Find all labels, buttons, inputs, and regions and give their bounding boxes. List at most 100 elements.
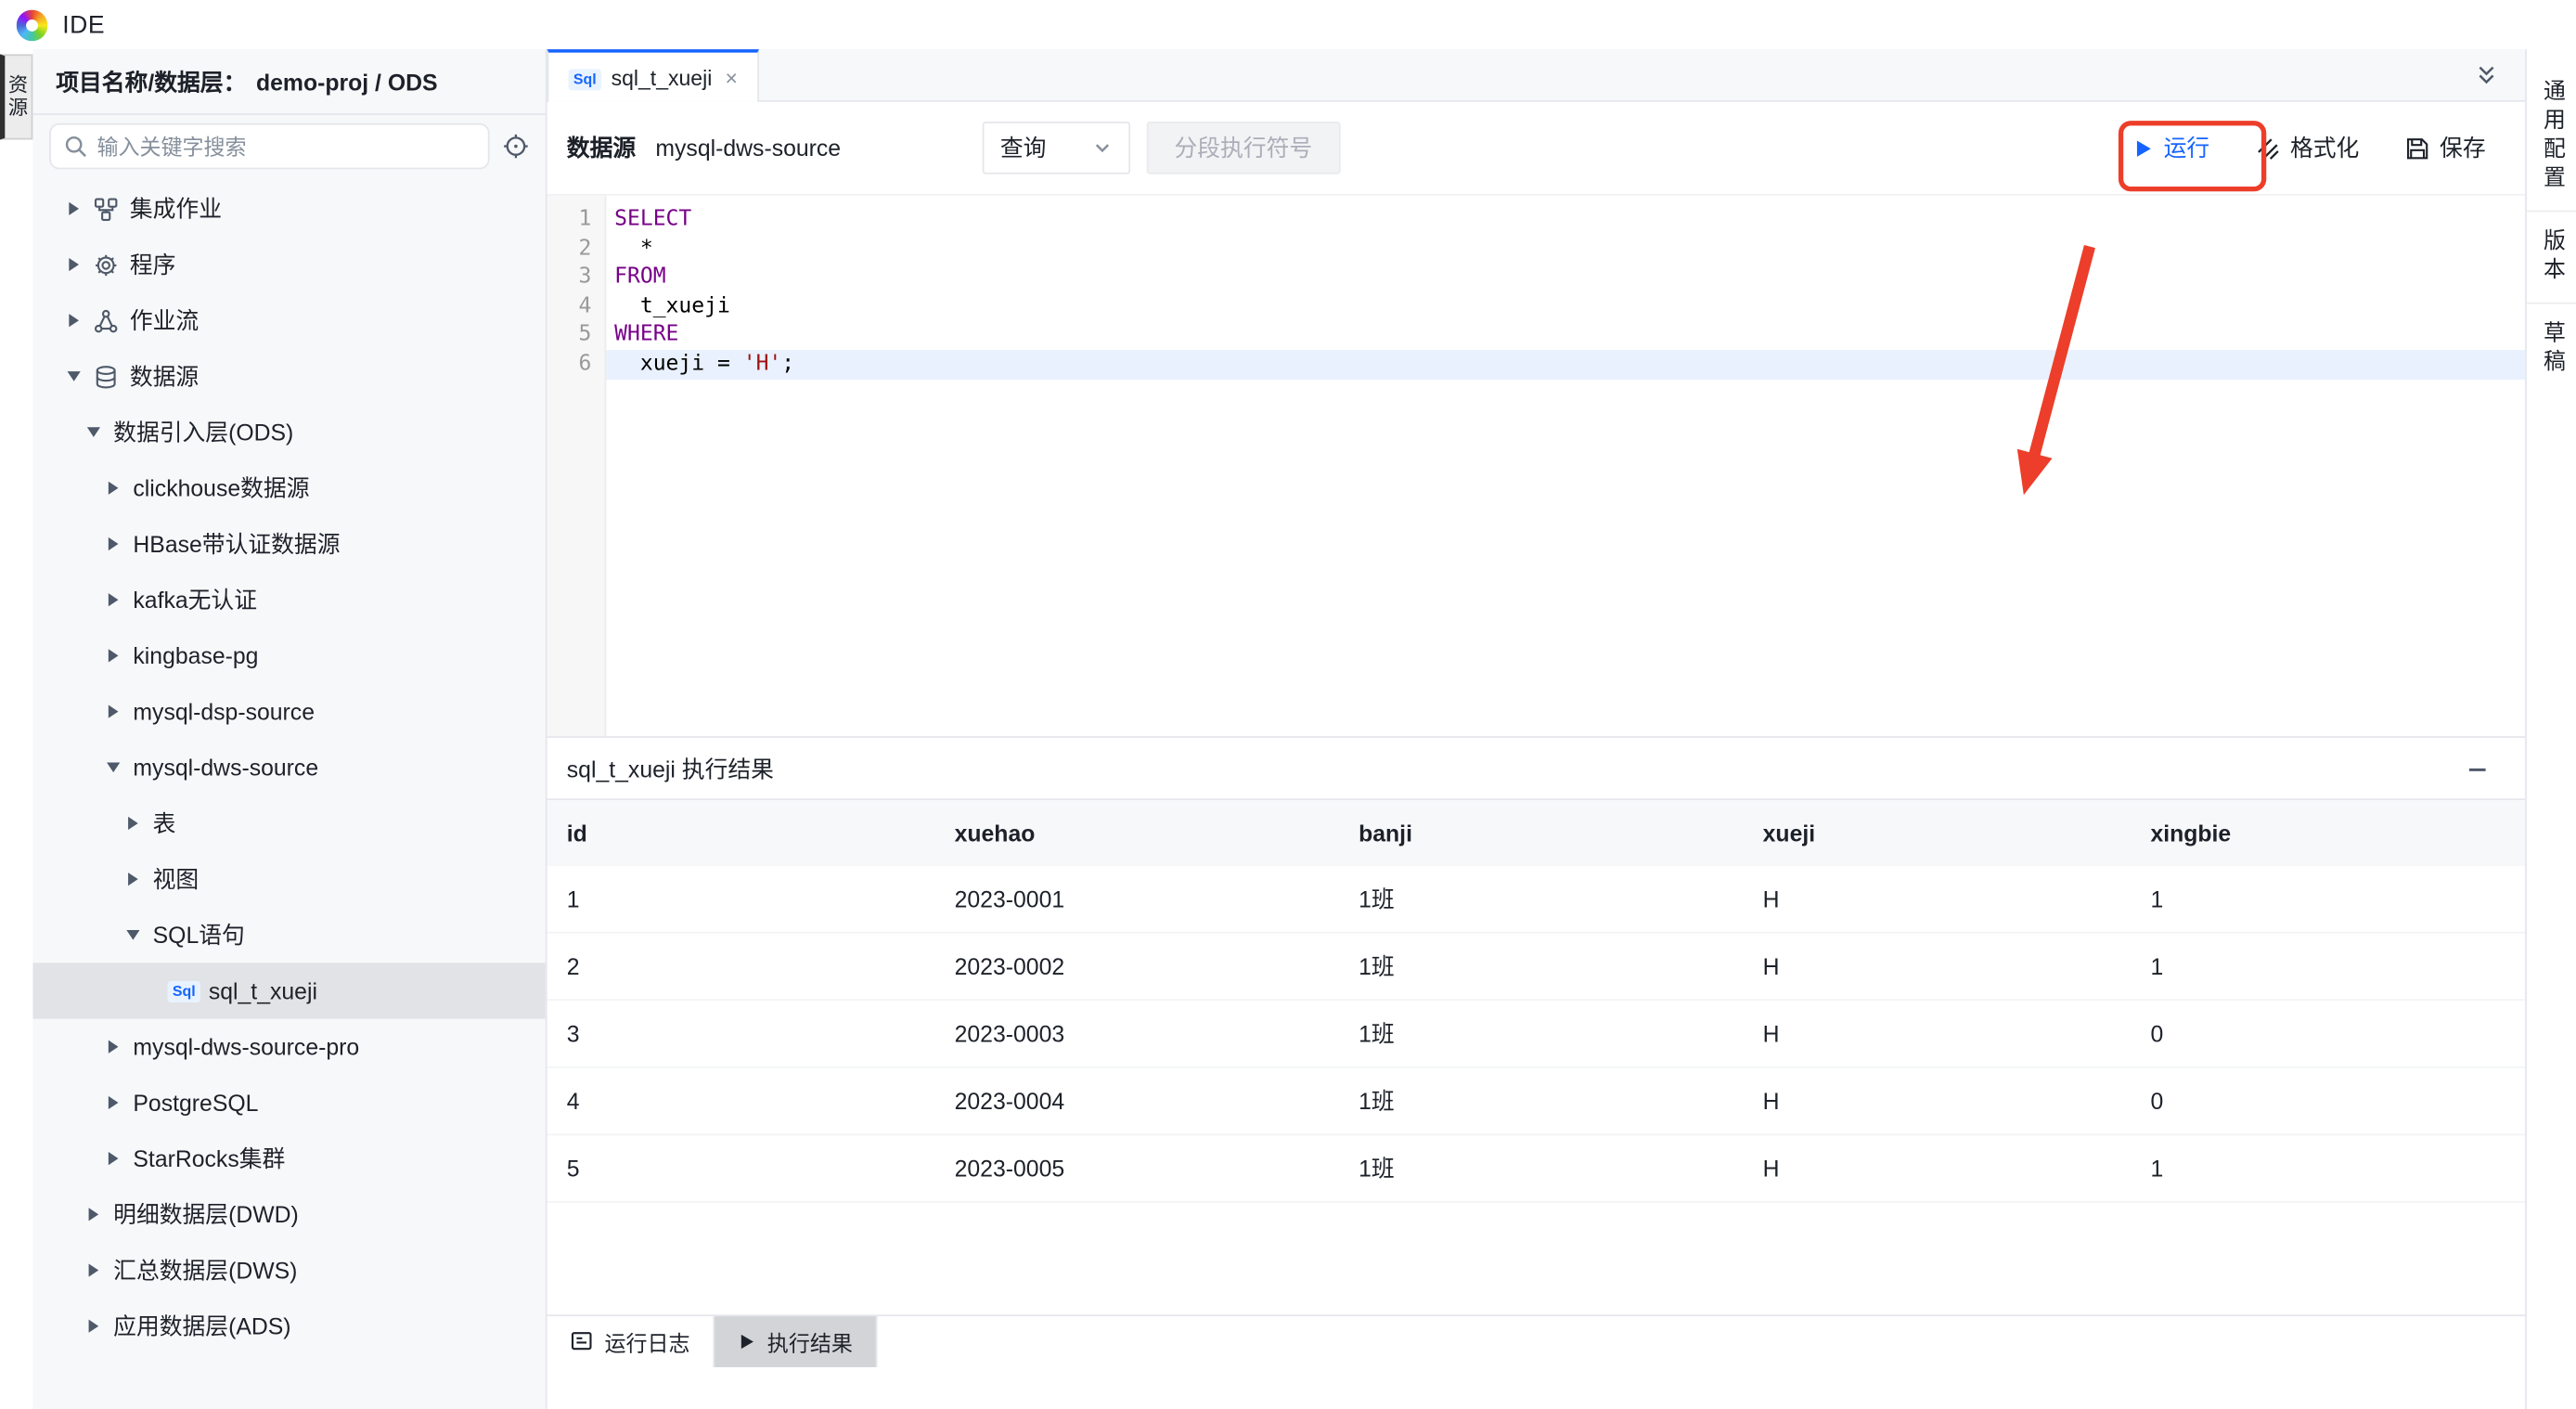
caret-collapsed-icon[interactable] [62, 202, 85, 215]
tree-item[interactable]: Sqlsql_t_xueji [32, 963, 545, 1018]
tree-item-label: clickhouse数据源 [133, 472, 309, 504]
tree-item-label: SQL语句 [153, 919, 245, 951]
code-line[interactable]: SELECT [606, 205, 2525, 234]
caret-expanded-icon[interactable] [102, 762, 125, 772]
table-cell: H [1743, 1088, 2131, 1114]
sidebar-header: 项目名称/数据层： demo-proj / ODS [32, 49, 545, 115]
caret-collapsed-icon[interactable] [102, 649, 125, 662]
caret-collapsed-icon[interactable] [122, 817, 145, 830]
tree-item[interactable]: PostgreSQL [32, 1075, 545, 1131]
search-box[interactable] [49, 123, 489, 170]
table-cell: 1班 [1339, 1152, 1744, 1184]
run-button[interactable]: 运行 [2132, 132, 2209, 164]
caret-collapsed-icon[interactable] [102, 1152, 125, 1165]
caret-collapsed-icon[interactable] [62, 314, 85, 327]
ide-window: IDE 资源 项目名称/数据层： demo-proj / ODS 集成作业程序作… [0, 0, 2576, 1409]
tree-item[interactable]: mysql-dws-source-pro [32, 1019, 545, 1075]
table-cell: H [1743, 1020, 2131, 1046]
caret-collapsed-icon[interactable] [102, 705, 125, 718]
tree-item[interactable]: 数据源 [32, 348, 545, 404]
table-cell: 3 [547, 1020, 935, 1046]
results-filler [547, 1203, 2526, 1314]
tree-item[interactable]: SQL语句 [32, 907, 545, 963]
right-rail-item[interactable]: 草稿 [2527, 303, 2576, 394]
caret-collapsed-icon[interactable] [83, 1320, 106, 1333]
bottom-tab-inactive[interactable]: 运行日志 [547, 1315, 715, 1366]
caret-collapsed-icon[interactable] [62, 258, 85, 271]
caret-collapsed-icon[interactable] [102, 593, 125, 606]
tree-item[interactable]: mysql-dsp-source [32, 683, 545, 739]
tree-item[interactable]: mysql-dws-source [32, 740, 545, 795]
tree-item[interactable]: 数据引入层(ODS) [32, 405, 545, 460]
search-input[interactable] [97, 134, 474, 159]
table-cell: H [1743, 885, 2131, 911]
table-cell: 2023-0002 [934, 953, 1339, 979]
caret-collapsed-icon[interactable] [83, 1208, 106, 1221]
column-header: xueji [1743, 820, 2131, 846]
results-body: 12023-00011班H122023-00021班H132023-00031班… [547, 866, 2526, 1203]
caret-collapsed-icon[interactable] [102, 537, 125, 550]
table-cell: H [1743, 1156, 2131, 1182]
caret-expanded-icon[interactable] [122, 930, 145, 940]
caret-collapsed-icon[interactable] [122, 873, 145, 885]
bottom-tab-active[interactable]: 执行结果 [715, 1315, 877, 1366]
tree-item[interactable]: 作业流 [32, 292, 545, 348]
caret-expanded-icon[interactable] [83, 427, 106, 437]
caret-collapsed-icon[interactable] [102, 482, 125, 495]
table-cell: 2 [547, 953, 935, 979]
format-label: 格式化 [2290, 132, 2359, 164]
tree-item-label: PostgreSQL [133, 1090, 258, 1116]
results-header-row: idxuehaobanjixuejixingbie [547, 800, 2526, 866]
close-icon[interactable]: × [726, 65, 738, 90]
save-icon [2405, 136, 2430, 161]
tree-item[interactable]: kafka无认证 [32, 572, 545, 627]
tree-item[interactable]: kingbase-pg [32, 627, 545, 683]
caret-expanded-icon[interactable] [62, 371, 85, 381]
save-button[interactable]: 保存 [2405, 132, 2486, 164]
table-row: 22023-00021班H1 [547, 934, 2526, 1002]
tree-item-label: 应用数据层(ADS) [113, 1310, 290, 1342]
query-mode-select[interactable]: 查询 [982, 122, 1129, 175]
segment-execute-button[interactable]: 分段执行符号 [1146, 122, 1340, 175]
tree-item-label: 表 [153, 807, 176, 839]
right-rail-item[interactable]: 通用配置 [2527, 62, 2576, 210]
tree-item[interactable]: 表 [32, 795, 545, 851]
tree-item-label: mysql-dsp-source [133, 698, 315, 724]
sql-editor[interactable]: 123456 SELECT *FROM t_xuejiWHERE xueji =… [547, 194, 2526, 736]
code-line[interactable]: * [606, 234, 2525, 263]
tree-item[interactable]: StarRocks集群 [32, 1131, 545, 1186]
caret-collapsed-icon[interactable] [102, 1096, 125, 1109]
run-icon [2132, 137, 2154, 159]
main-area: Sql sql_t_xueji × 数据源 mysql-dws-source 查… [547, 49, 2526, 1409]
results-panel: sql_t_xueji 执行结果 idxuehaobanjixuejixingb… [547, 736, 2526, 1409]
resources-rail-tab[interactable]: 资源 [0, 54, 32, 139]
collapse-panel-icon[interactable] [2474, 62, 2499, 87]
right-rail-item-label: 草稿 [2535, 320, 2568, 378]
tree-item-label: mysql-dws-source-pro [133, 1034, 359, 1060]
tree-item[interactable]: 应用数据层(ADS) [32, 1299, 545, 1354]
code-line[interactable]: xueji = 'H'; [606, 350, 2525, 379]
caret-collapsed-icon[interactable] [102, 1041, 125, 1054]
tree-item[interactable]: 明细数据层(DWD) [32, 1186, 545, 1242]
tree-item[interactable]: 集成作业 [32, 181, 545, 237]
format-button[interactable]: 格式化 [2256, 132, 2360, 164]
right-rail-item[interactable]: 版本 [2527, 211, 2576, 303]
tab-sql-t-xueji[interactable]: Sql sql_t_xueji × [547, 49, 759, 102]
tree-item[interactable]: clickhouse数据源 [32, 460, 545, 516]
column-header: id [547, 820, 935, 846]
tree-item[interactable]: 视图 [32, 851, 545, 907]
editor-code[interactable]: SELECT *FROM t_xuejiWHERE xueji = 'H'; [606, 196, 2525, 736]
locate-icon[interactable] [503, 133, 529, 159]
code-line[interactable]: FROM [606, 264, 2525, 292]
minimize-icon[interactable] [2466, 756, 2489, 780]
table-row: 12023-00011班H1 [547, 866, 2526, 934]
tree-item[interactable]: 程序 [32, 237, 545, 292]
caret-collapsed-icon[interactable] [83, 1263, 106, 1276]
tree-item[interactable]: 汇总数据层(DWS) [32, 1242, 545, 1298]
tree-item-label: sql_t_xueji [209, 977, 317, 1003]
code-line[interactable]: t_xueji [606, 292, 2525, 321]
code-line[interactable]: WHERE [606, 321, 2525, 350]
tree-item[interactable]: HBase带认证数据源 [32, 516, 545, 572]
query-mode-value: 查询 [1000, 132, 1047, 164]
sidebar-search-row [32, 115, 545, 177]
